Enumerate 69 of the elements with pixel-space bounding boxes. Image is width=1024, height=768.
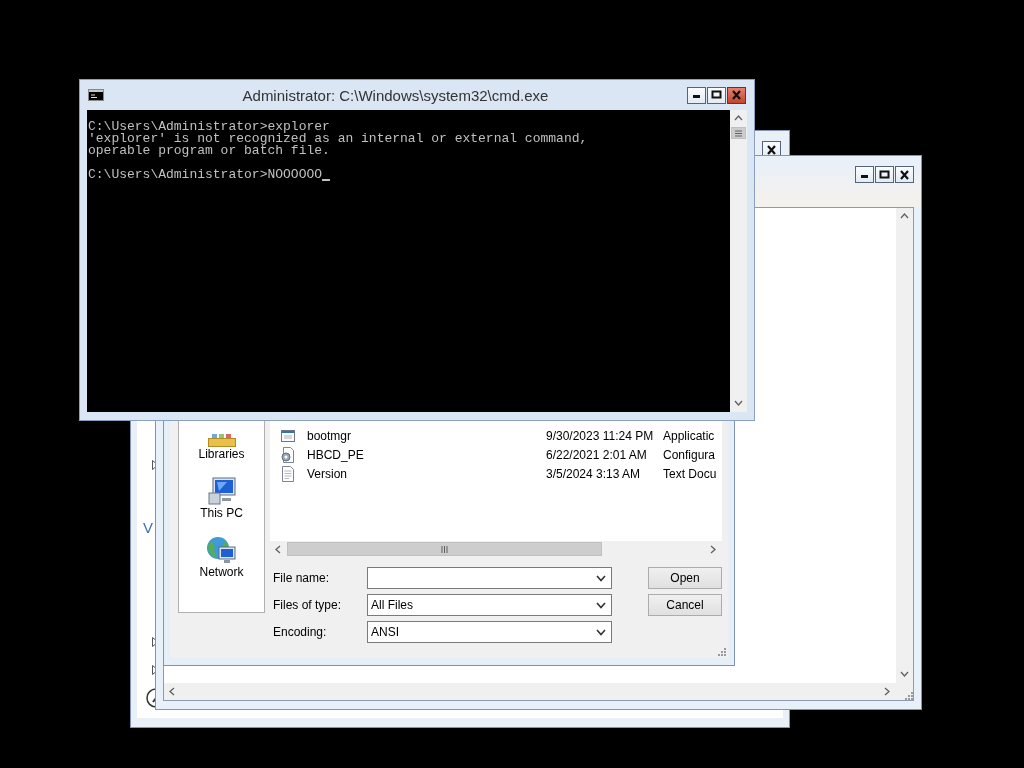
close-icon <box>766 144 777 155</box>
file-date: 9/30/2023 11:24 PM <box>546 428 655 443</box>
file-type: Applicatic <box>663 428 716 443</box>
dropdown-field[interactable] <box>367 567 612 589</box>
file-row[interactable]: bootmgr 9/30/2023 11:24 PM Applicatic <box>270 426 722 445</box>
cancel-button[interactable]: Cancel <box>648 594 722 616</box>
chevron-down-icon <box>596 628 606 636</box>
file-row[interactable]: HBCD_PE 6/22/2021 2:01 AM Configura <box>270 445 722 464</box>
chevron-up-icon <box>734 114 743 123</box>
file-name: bootmgr <box>306 428 353 443</box>
resize-grip-icon <box>903 690 913 700</box>
computer-icon <box>206 476 237 506</box>
minimize-button[interactable] <box>687 86 706 104</box>
vertical-scrollbar[interactable] <box>896 208 913 683</box>
console-line: operable program or batch file. <box>88 145 331 157</box>
close-icon <box>731 90 742 100</box>
minimize-button[interactable] <box>855 166 874 183</box>
settings-file-icon <box>280 446 296 463</box>
library-icon <box>206 434 237 447</box>
dropdown-field[interactable]: All Files <box>367 594 612 616</box>
place-item[interactable]: This PC <box>196 476 247 521</box>
console-line: 'explorer' is not recognized as an internal or external command, <box>88 133 589 145</box>
maximize-icon <box>879 169 890 180</box>
field-label: Files of type: <box>272 598 343 612</box>
globe-computer-icon <box>206 535 237 565</box>
maximize-button[interactable] <box>875 166 894 183</box>
open-button[interactable]: Open <box>648 567 722 589</box>
close-button[interactable] <box>727 86 746 104</box>
chevron-down-icon <box>734 399 743 408</box>
console-line: C:\Users\Administrator>explorer <box>88 121 331 133</box>
console-icon <box>88 89 104 101</box>
grip-icon <box>735 129 742 137</box>
resize-grip-icon <box>716 646 726 656</box>
window-title: Administrator: C:\Windows\system32\cmd.exe <box>241 86 550 104</box>
maximize-icon <box>711 90 722 100</box>
maximize-button[interactable] <box>707 86 726 104</box>
file-row[interactable]: Version 3/5/2024 3:13 AM Text Docu <box>270 464 722 483</box>
field-label: File name: <box>272 571 331 585</box>
chevron-left-icon <box>274 545 283 554</box>
application-file-icon <box>280 427 296 444</box>
scrollbar-thumb[interactable] <box>731 127 746 139</box>
tree-label[interactable]: V <box>143 519 153 537</box>
close-icon <box>899 169 910 180</box>
close-button[interactable] <box>895 166 914 183</box>
horizontal-scrollbar[interactable] <box>164 683 896 700</box>
chevron-right-icon <box>709 545 718 554</box>
vertical-scrollbar[interactable] <box>730 110 747 412</box>
place-item[interactable]: Network <box>195 535 248 580</box>
file-type: Configura <box>663 447 717 462</box>
scrollbar-thumb[interactable] <box>287 542 602 556</box>
field-label: Encoding: <box>272 625 328 639</box>
console-prompt: C:\Users\Administrator>NOOOOOO <box>88 169 323 181</box>
console-area[interactable]: C:\Users\Administrator>explorer 'explorer' is not recognized as an internal or external command, operable program or batch file. C:\Users\Administrator>NOOOOOO <box>87 110 730 412</box>
dropdown-field[interactable]: ANSI <box>367 621 612 643</box>
chevron-right-icon <box>883 687 892 696</box>
place-item[interactable]: Libraries <box>194 434 249 462</box>
file-date: 6/22/2021 2:01 AM <box>546 447 648 462</box>
file-name: HBCD_PE <box>306 447 365 462</box>
chevron-down-icon <box>900 670 909 679</box>
file-type: Text Docu <box>663 466 718 481</box>
file-name: Version <box>306 466 349 481</box>
text-cursor <box>322 179 331 181</box>
grip-icon <box>441 545 448 553</box>
chevron-up-icon <box>900 212 909 221</box>
text-file-icon <box>280 465 296 482</box>
chevron-down-icon <box>596 601 606 609</box>
file-date: 3/5/2024 3:13 AM <box>546 466 642 481</box>
chevron-down-icon <box>596 574 606 582</box>
chevron-left-icon <box>168 687 177 696</box>
